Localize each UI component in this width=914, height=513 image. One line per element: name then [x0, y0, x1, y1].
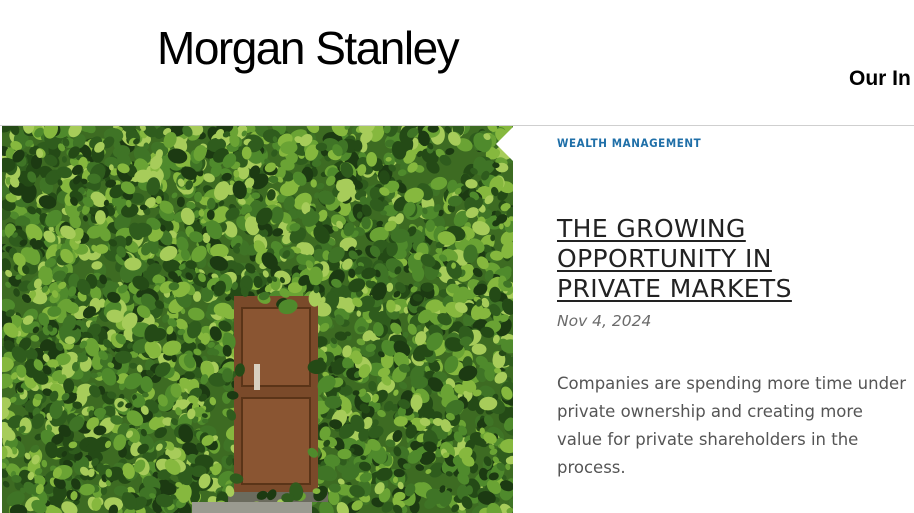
site-header: Morgan Stanley Our In: [0, 0, 914, 126]
image-notch: [496, 126, 514, 162]
article-summary: Companies are spending more time under p…: [557, 374, 906, 477]
nav-item-our-insights[interactable]: Our In: [849, 65, 911, 93]
hero-image-ivy-door: [2, 126, 513, 513]
article-category[interactable]: WEALTH MANAGEMENT: [557, 136, 701, 150]
article-title-link[interactable]: THE GROWING OPPORTUNITY IN PRIVATE MARKE…: [557, 214, 857, 304]
door: [228, 296, 328, 502]
article-date: Nov 4, 2024: [557, 312, 652, 330]
morgan-stanley-logo[interactable]: Morgan Stanley: [157, 20, 460, 76]
